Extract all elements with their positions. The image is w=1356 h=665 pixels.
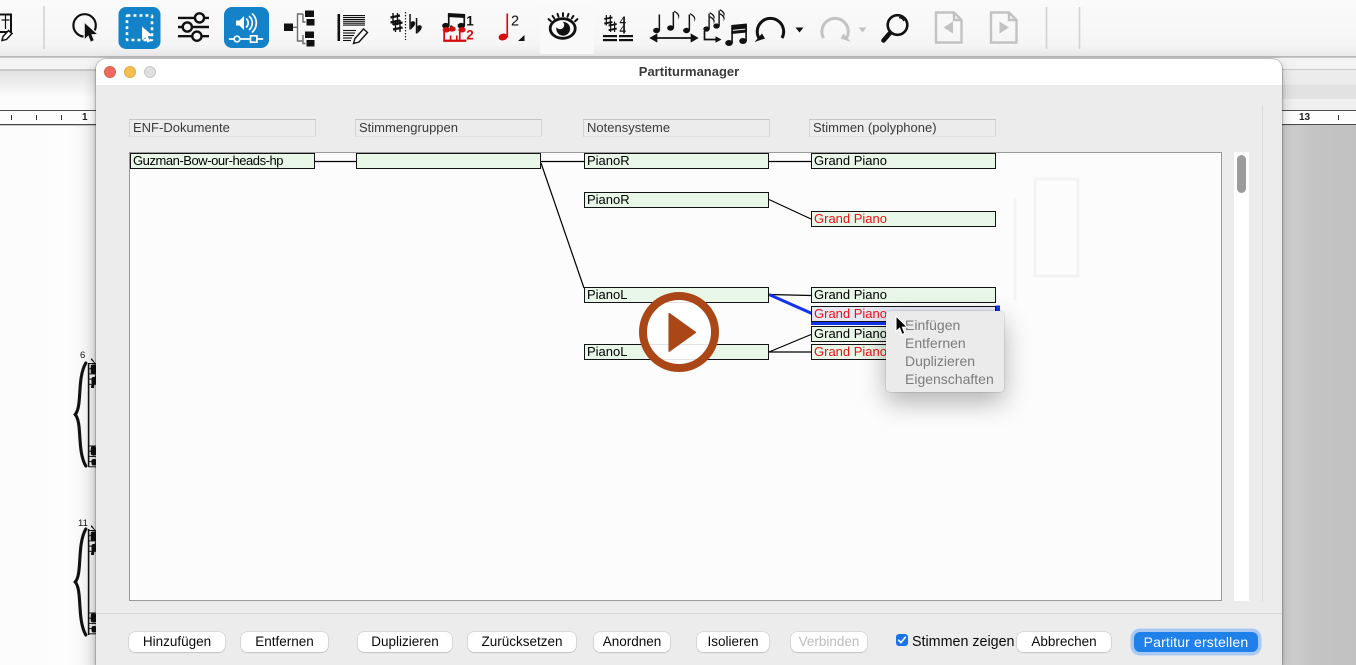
svg-text:2: 2 [511,14,519,30]
svg-text:1: 1 [466,14,474,29]
svg-text:4: 4 [620,22,627,37]
svg-text:11: 11 [78,518,88,529]
svg-text:6: 6 [80,350,85,361]
svg-text:2: 2 [466,28,474,43]
